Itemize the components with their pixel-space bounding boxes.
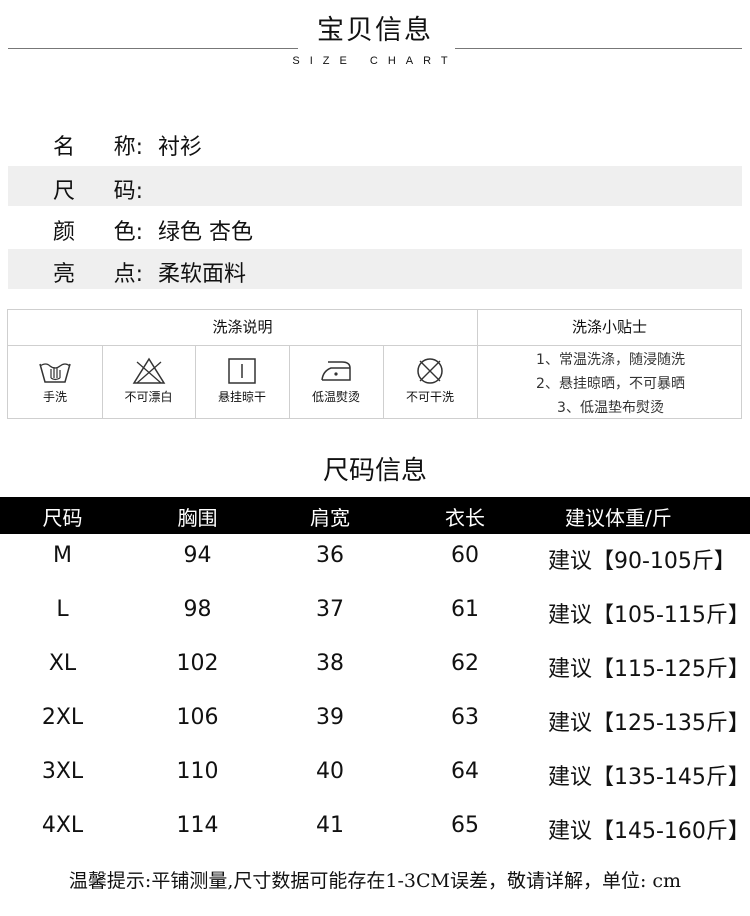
table-cell: L bbox=[56, 597, 69, 622]
table-cell: 98 bbox=[183, 597, 212, 622]
table-cell: 94 bbox=[183, 543, 212, 568]
table-row: 2XL 106 39 63 建议【125-135斤】 bbox=[0, 693, 750, 747]
care-item-label: 不可干洗 bbox=[405, 390, 454, 404]
hand-wash-icon bbox=[39, 363, 71, 383]
care-item-no-dry-clean: 不可干洗 bbox=[383, 346, 477, 419]
measurement-note: 温馨提示:平铺测量,尺寸数据可能存在1-3CM误差，敬请详解，单位: cm bbox=[68, 870, 682, 892]
info-row-name: 名 称: 衬衫 bbox=[8, 122, 742, 162]
table-cell: 建议【145-160斤】 bbox=[548, 819, 750, 844]
care-tip: 1、常温洗涤，随浸随洗 bbox=[536, 352, 685, 368]
divider-right bbox=[455, 48, 742, 49]
info-value: 衬衫 bbox=[158, 135, 203, 160]
table-cell: 65 bbox=[451, 813, 479, 838]
table-cell: 61 bbox=[451, 597, 479, 622]
table-cell: 39 bbox=[316, 705, 344, 730]
hang-dry-icon bbox=[228, 358, 256, 384]
table-cell: 38 bbox=[316, 651, 344, 676]
table-row: 3XL 110 40 64 建议【135-145斤】 bbox=[0, 747, 750, 801]
table-cell: 60 bbox=[451, 543, 479, 568]
info-value: 绿色 杏色 bbox=[158, 220, 253, 245]
care-item-label: 不可漂白 bbox=[124, 390, 173, 404]
table-cell: 36 bbox=[316, 543, 344, 568]
info-label-char: 颜 bbox=[53, 220, 76, 245]
size-table-header: 尺码 胸围 肩宽 衣长 建议体重/斤 bbox=[0, 497, 750, 534]
info-row-size: 尺 码: bbox=[8, 166, 742, 206]
table-cell: 63 bbox=[451, 705, 479, 730]
table-cell: 建议【90-105斤】 bbox=[548, 549, 736, 574]
info-label-char: 色: bbox=[113, 220, 143, 245]
info-label-char: 名 bbox=[53, 135, 76, 160]
care-instructions-box: 洗涤说明 洗涤小贴士 手洗 不可漂白 悬挂晾干 低温熨烫 不可干洗 1、常温洗涤… bbox=[7, 309, 742, 419]
care-item-label: 手洗 bbox=[42, 390, 67, 404]
care-item-label: 低温熨烫 bbox=[311, 390, 360, 404]
column-header: 肩宽 bbox=[310, 506, 350, 530]
column-header: 衣长 bbox=[445, 506, 485, 530]
low-iron-icon bbox=[321, 361, 351, 381]
care-item-hand-wash: 手洗 bbox=[8, 346, 102, 419]
page-subtitle: SIZE CHART bbox=[292, 55, 458, 67]
column-header: 建议体重/斤 bbox=[565, 506, 672, 530]
table-cell: 建议【105-115斤】 bbox=[548, 603, 750, 628]
column-header: 尺码 bbox=[42, 506, 83, 530]
info-label-char: 亮 bbox=[53, 262, 76, 287]
table-cell: 41 bbox=[316, 813, 344, 838]
info-value: 柔软面料 bbox=[158, 262, 247, 287]
info-row-color: 颜 色: 绿色 杏色 bbox=[8, 207, 742, 247]
table-cell: 40 bbox=[316, 759, 344, 784]
divider-left bbox=[8, 48, 298, 49]
info-label-char: 码: bbox=[113, 179, 143, 204]
info-label-char: 点: bbox=[113, 262, 143, 287]
table-cell: 4XL bbox=[41, 813, 84, 838]
info-label-char: 称: bbox=[113, 135, 143, 160]
care-item-hang-dry: 悬挂晾干 bbox=[195, 346, 289, 419]
table-cell: 2XL bbox=[41, 705, 84, 730]
page-title: 宝贝信息 bbox=[317, 15, 433, 46]
info-row-highlight: 亮 点: 柔软面料 bbox=[8, 249, 742, 289]
size-section-title: 尺码信息 bbox=[322, 456, 427, 486]
column-header: 胸围 bbox=[177, 506, 218, 530]
table-cell: 建议【135-145斤】 bbox=[548, 765, 750, 790]
table-row: M 94 36 60 建议【90-105斤】 bbox=[0, 531, 750, 585]
table-cell: 建议【125-135斤】 bbox=[548, 711, 750, 736]
table-cell: 62 bbox=[451, 651, 479, 676]
table-cell: XL bbox=[48, 651, 77, 676]
table-cell: 建议【115-125斤】 bbox=[548, 657, 750, 682]
table-cell: M bbox=[53, 543, 72, 568]
table-cell: 114 bbox=[176, 813, 219, 838]
info-label-char: 尺 bbox=[53, 179, 76, 204]
no-dry-clean-icon bbox=[417, 358, 443, 384]
care-item-no-bleach: 不可漂白 bbox=[102, 346, 195, 419]
table-cell: 106 bbox=[176, 705, 219, 730]
table-row: L 98 37 61 建议【105-115斤】 bbox=[0, 585, 750, 639]
table-cell: 37 bbox=[316, 597, 344, 622]
table-cell: 110 bbox=[176, 759, 219, 784]
table-row: 4XL 114 41 65 建议【145-160斤】 bbox=[0, 801, 750, 855]
table-cell: 102 bbox=[176, 651, 219, 676]
table-cell: 64 bbox=[451, 759, 479, 784]
care-instructions-title: 洗涤说明 bbox=[8, 310, 477, 346]
no-bleach-icon bbox=[132, 357, 165, 384]
care-item-low-iron: 低温熨烫 bbox=[289, 346, 383, 419]
care-item-label: 悬挂晾干 bbox=[217, 390, 266, 404]
table-cell: 3XL bbox=[41, 759, 84, 784]
care-tip: 3、低温垫布熨烫 bbox=[557, 400, 664, 416]
care-tips-title: 洗涤小贴士 bbox=[477, 310, 742, 346]
table-row: XL 102 38 62 建议【115-125斤】 bbox=[0, 639, 750, 693]
care-tip: 2、悬挂晾晒，不可暴晒 bbox=[536, 376, 685, 392]
